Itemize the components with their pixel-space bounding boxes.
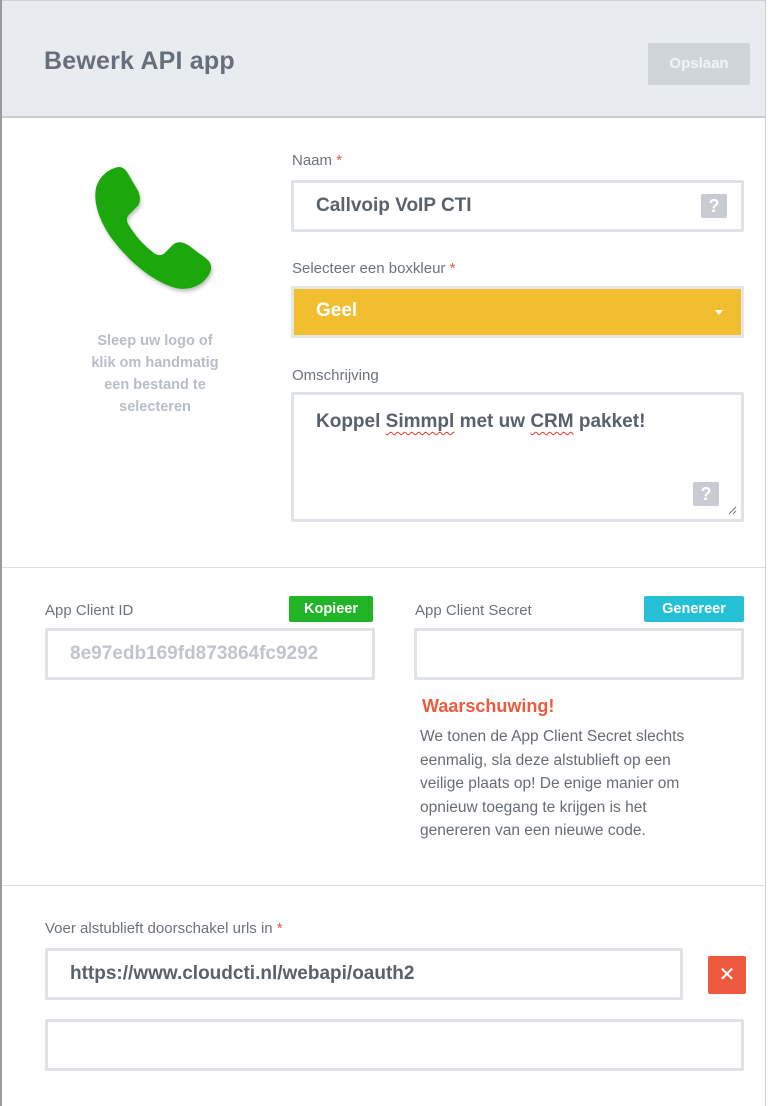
warning-title: Waarschuwing!: [422, 696, 555, 716]
help-icon[interactable]: ?: [693, 482, 719, 506]
redirect-url-input[interactable]: https://www.cloudcti.nl/webapi/oauth2: [45, 948, 683, 1000]
remove-url-button[interactable]: ✕: [708, 956, 746, 994]
box-color-select[interactable]: Geel: [291, 286, 744, 338]
edit-api-app-panel: Bewerk API app Opslaan Sleep uw logo of …: [0, 0, 766, 1106]
redirect-urls-label: Voer alstublieft doorschakel urls in *: [45, 920, 283, 937]
description-label: Omschrijving: [292, 367, 379, 384]
description-textarea[interactable]: Koppel Simmpl met uw CRM pakket! ?: [291, 392, 744, 522]
help-icon[interactable]: ?: [701, 194, 727, 218]
required-mark: *: [276, 920, 283, 937]
section-divider: [2, 567, 765, 568]
required-mark: *: [336, 152, 343, 169]
warning-text: We tonen de App Client Secret slechts ee…: [420, 728, 685, 839]
save-button[interactable]: Opslaan: [648, 43, 750, 85]
client-id-input[interactable]: 8e97edb169fd873864fc9292: [45, 628, 375, 680]
phone-icon[interactable]: [88, 162, 220, 294]
client-secret-label: App Client Secret: [415, 602, 532, 619]
required-mark: *: [449, 260, 456, 277]
client-id-label: App Client ID: [45, 602, 134, 619]
logo-drop-hint[interactable]: Sleep uw logo of klik om handmatig een b…: [60, 330, 250, 418]
page-title: Bewerk API app: [44, 47, 235, 75]
copy-button[interactable]: Kopieer: [289, 596, 373, 622]
generate-button[interactable]: Genereer: [644, 596, 744, 622]
box-color-label: Selecteer een boxkleur *: [292, 260, 456, 277]
name-input[interactable]: Callvoip VoIP CTI ?: [291, 180, 744, 232]
client-secret-input[interactable]: [414, 628, 744, 680]
name-label: Naam *: [292, 152, 343, 169]
description-text: Koppel Simmpl met uw CRM pakket!: [316, 411, 646, 432]
close-icon: ✕: [718, 964, 736, 986]
resize-grip-icon[interactable]: [727, 505, 737, 515]
panel-header: Bewerk API app Opslaan: [2, 0, 765, 118]
section-divider: [2, 885, 765, 886]
redirect-url-input-empty[interactable]: [45, 1019, 744, 1071]
caret-down-icon: [715, 310, 723, 315]
